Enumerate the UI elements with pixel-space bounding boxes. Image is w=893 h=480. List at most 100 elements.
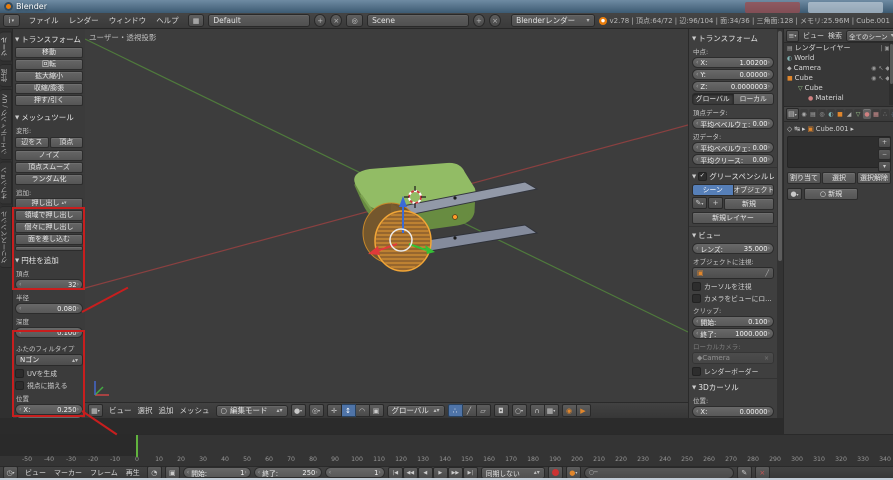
lock-cursor-checkbox[interactable]: カーソルを注視 <box>692 281 774 291</box>
current-frame-field[interactable]: ‹1› <box>325 467 385 478</box>
lens-field[interactable]: ‹レンズ:35.000› <box>692 243 774 254</box>
editor-type-properties-icon[interactable]: ▤▾ <box>786 108 799 120</box>
editor-type-info-icon[interactable]: i▾ <box>3 14 20 27</box>
decrement-arrow[interactable]: ‹ <box>258 469 260 476</box>
vertex-select-icon[interactable]: ∴ <box>448 404 463 417</box>
opengl-render-image-icon[interactable]: ◉ <box>562 404 577 417</box>
decrement-arrow[interactable]: ‹ <box>19 329 21 336</box>
tab-particles-icon[interactable]: ∴ <box>881 109 889 119</box>
jump-to-start-button[interactable]: |◀ <box>388 467 403 479</box>
3d-viewport[interactable]: ユーザー・透視投影 (1) Cube.001 ▦▾ ビュー選択追加メッシュ ○編… <box>85 29 688 418</box>
tool-button[interactable]: 面を差し込む <box>15 234 83 245</box>
panel-header-transform[interactable]: ▼トランスフォーム <box>692 33 774 44</box>
tab-material-icon[interactable]: ● <box>863 109 871 119</box>
editor-type-3dview-icon[interactable]: ▦▾ <box>88 404 103 417</box>
sync-mode-select[interactable]: 同期しない▴▾ <box>481 467 545 479</box>
scene-icon[interactable]: ◎ <box>346 14 363 27</box>
local-button[interactable]: ローカル <box>734 93 775 105</box>
pivot-center-dropdown[interactable]: ◎▾ <box>309 404 324 417</box>
decrement-arrow[interactable]: ‹ <box>696 144 698 151</box>
outliner-row-camera[interactable]: ◆Camera◉↖◆ <box>784 63 893 73</box>
panel-header-grease-pencil[interactable]: ▼グリースペンシルレイ <box>692 171 774 182</box>
add-icon[interactable]: + <box>708 197 723 209</box>
snap-magnet-icon[interactable]: ∩ <box>530 404 545 417</box>
menu-item[interactable]: フレーム <box>86 468 122 478</box>
clipped-tool-button[interactable] <box>15 246 83 251</box>
menu-item[interactable]: 検索 <box>826 31 844 41</box>
outliner-row-cube-data[interactable]: ▽Cube <box>784 83 893 93</box>
manipulator-toggle-icon[interactable]: ✛ <box>327 404 342 417</box>
outliner-scrollbar[interactable] <box>889 43 893 105</box>
add-layout-button[interactable]: + <box>314 14 326 27</box>
decrement-arrow[interactable]: ‹ <box>696 245 698 252</box>
tab-data-icon[interactable]: ▽ <box>854 109 862 119</box>
decrement-arrow[interactable]: ‹ <box>187 469 189 476</box>
tool-button[interactable]: ランダム化 <box>15 174 83 185</box>
draw-pencil-icon[interactable]: ✎▾ <box>692 197 707 209</box>
scene-button[interactable]: シーン <box>692 184 734 196</box>
increment-arrow[interactable]: › <box>77 406 79 413</box>
edge-bevel-weight-field[interactable]: ‹平均ベベルウェ:0.00› <box>692 142 774 153</box>
tool-button[interactable]: 頂点スムーズ <box>15 162 83 173</box>
tool-button[interactable]: 個々に押し出し <box>15 222 83 233</box>
tool-shelf-tab[interactable]: 作成 <box>0 64 12 87</box>
number-field[interactable]: ‹X:1.00200› <box>692 57 774 68</box>
outliner-filter-select[interactable]: 全てのシーン▾ <box>846 30 893 42</box>
transform-orientation-select[interactable]: グローバル▴▾ <box>387 405 445 417</box>
tab-render-icon[interactable]: ◉ <box>800 109 808 119</box>
new-material-button[interactable]: ○ 新規 <box>804 188 858 200</box>
panel-header-3d-cursor[interactable]: ▼3Dカーソル <box>692 382 774 393</box>
increment-arrow[interactable]: › <box>77 329 79 336</box>
checkbox-icon[interactable] <box>698 172 707 181</box>
window-titlebar[interactable]: Blender <box>0 0 893 13</box>
decrement-arrow[interactable]: ‹ <box>19 281 21 288</box>
jump-to-end-button[interactable]: ▶| <box>463 467 478 479</box>
edge-crease-field[interactable]: ‹平均クリース:0.00› <box>692 154 774 165</box>
cap-fill-select[interactable]: Nゴン▴▾ <box>15 354 83 366</box>
current-frame-line[interactable] <box>136 435 138 457</box>
tool-shelf-tab[interactable]: シェーディング / UV <box>0 89 12 160</box>
increment-arrow[interactable]: › <box>315 469 317 476</box>
menu-item[interactable]: ファイル <box>24 15 64 26</box>
play-reverse-button[interactable]: ◀ <box>418 467 433 479</box>
prev-keyframe-button[interactable]: ◀◀ <box>403 467 418 479</box>
lock-camera-checkbox[interactable]: カメラをビューにロ... <box>692 293 774 303</box>
scene-select[interactable]: Scene <box>367 14 469 27</box>
global-button[interactable]: グローバル <box>692 93 734 105</box>
browse-material-icon[interactable]: ●▾ <box>787 188 802 200</box>
panel-header-add-cylinder[interactable]: ▼円柱を追加 <box>15 255 83 266</box>
tab-object-icon[interactable]: ■ <box>836 109 844 119</box>
outliner-row-material[interactable]: ●Material <box>784 93 893 103</box>
face-select-icon[interactable]: ▱ <box>477 404 491 417</box>
object-button[interactable]: オブジェクト <box>734 184 775 196</box>
hide-icon[interactable]: ◉ <box>871 65 876 72</box>
clip-start-field[interactable]: ‹開始:0.100› <box>692 316 774 327</box>
decrement-arrow[interactable]: ‹ <box>696 408 698 415</box>
checkbox-icon[interactable] <box>15 381 24 390</box>
panel-header-view[interactable]: ▼ビュー <box>692 230 774 241</box>
increment-arrow[interactable]: › <box>768 318 770 325</box>
local-camera-field[interactable]: ◆Camera× <box>692 352 774 364</box>
tool-shelf-tab[interactable]: ツール <box>0 32 12 62</box>
hide-icon[interactable]: ◉ <box>871 75 876 82</box>
tool-button[interactable]: 収縮/膨張 <box>15 83 83 94</box>
decrement-arrow[interactable]: ‹ <box>19 406 21 413</box>
increment-arrow[interactable]: › <box>768 408 770 415</box>
opengl-render-anim-icon[interactable]: ▶ <box>577 404 591 417</box>
new-layer-button[interactable]: 新規レイヤー <box>692 212 774 224</box>
timeline-ruler[interactable]: -50-40-30-20-100102030405060708090100110… <box>0 456 893 466</box>
outliner-row-renderlayers[interactable]: ▤レンダーレイヤー| ▣ <box>784 43 893 53</box>
increment-arrow[interactable]: › <box>768 83 770 90</box>
tool-button[interactable]: 拡大縮小 <box>15 71 83 82</box>
grease-new-button[interactable]: 新規 <box>724 198 774 210</box>
decrement-arrow[interactable]: ‹ <box>696 120 698 127</box>
checkbox-icon[interactable] <box>692 367 701 376</box>
tool-shelf-tab[interactable]: グリースペンシル <box>0 206 12 268</box>
proportional-edit-dropdown[interactable]: ○▾ <box>512 404 527 417</box>
decrement-arrow[interactable]: ‹ <box>19 305 21 312</box>
add-slot-button[interactable]: + <box>878 137 891 148</box>
scrollbar-thumb[interactable] <box>778 31 782 261</box>
menu-item[interactable]: 再生 <box>122 468 144 478</box>
delete-layout-button[interactable]: × <box>330 14 342 27</box>
limit-selection-visible-icon[interactable]: ◘ <box>494 404 509 417</box>
